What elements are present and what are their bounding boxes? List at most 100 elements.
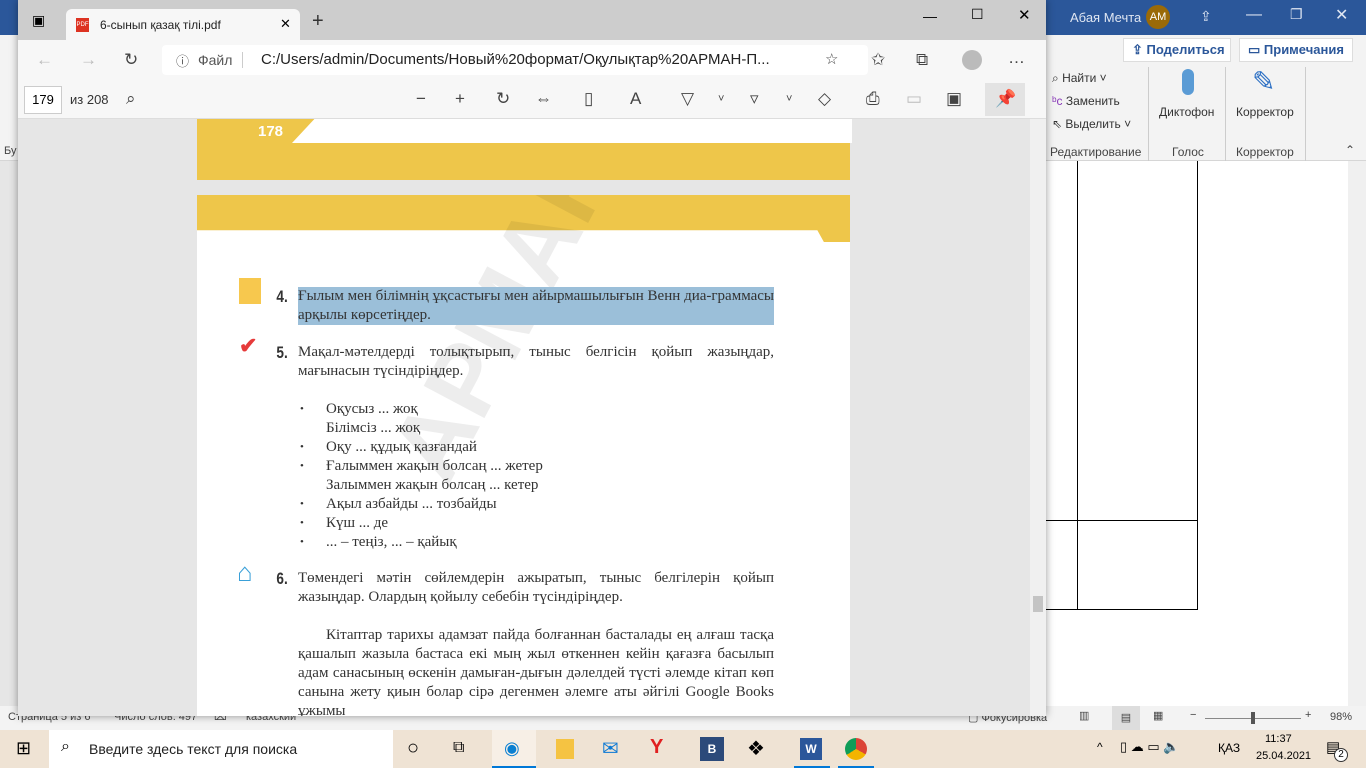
eraser-icon[interactable]: ◇ [818,89,831,109]
highlight-icon[interactable]: ▿ [750,89,759,109]
maximize-icon[interactable]: ☐ [971,6,984,23]
yandex-icon[interactable]: Y [650,736,663,759]
checkmark-icon: ✔ [239,333,258,358]
draw-options-chevron[interactable]: ˅ [718,89,724,109]
tab-actions-icon[interactable]: ▣ [32,12,45,29]
zoom-in-button[interactable]: + [1305,709,1311,721]
add-favorite-icon[interactable]: ☆ [825,50,838,68]
notebook-icon [239,278,261,304]
collections-icon[interactable]: ⧉ [916,50,928,70]
pdf-scrollbar[interactable] [1030,119,1046,716]
url-text[interactable]: C:/Users/admin/Documents/Новый%20формат/… [261,51,770,68]
zoom-level[interactable]: 98% [1330,711,1352,723]
pdf-icon: PDF [76,18,89,32]
new-tab-icon[interactable]: + [312,10,324,33]
minimize-icon[interactable]: — [923,8,937,24]
system-tray-icons[interactable]: ▯ ☁ ▭ 🔈 [1120,739,1179,755]
clock-date[interactable]: 25.04.2021 [1256,750,1311,762]
pdf-page: АРМАН-ПВ баспасы 4. Ғылым мен білімнің ұ… [197,195,850,716]
taskbar-edge[interactable]: ◉ [492,730,536,768]
restore-icon[interactable]: ❐ [1290,6,1303,23]
close-icon[interactable]: ✕ [1335,5,1348,25]
save-icon[interactable]: ▭ [906,89,922,109]
rotate-icon[interactable]: ↻ [496,89,510,109]
refresh-icon[interactable]: ↻ [124,50,138,70]
bullet: • [300,441,304,453]
proverb-text: ... – теңіз, ... – қайық [326,534,457,550]
favorites-icon[interactable]: ✩ [871,50,885,70]
print-icon[interactable]: ⎙ [866,89,880,109]
bullet: • [300,517,304,529]
dictate-button[interactable]: Диктофон [1159,105,1214,119]
cortana-icon[interactable]: ○ [407,737,419,760]
share-label: Поделиться [1146,42,1225,57]
select-button[interactable]: ⇖ Выделить ˅ [1052,117,1131,131]
scrollbar-thumb[interactable] [1033,596,1043,612]
address-bar-row: ← → ↻ ⓘ Файл C:/Users/admin/Documents/Но… [18,40,1046,80]
comments-label: Примечания [1263,42,1344,57]
task6-number: 6. [276,569,288,588]
info-icon[interactable]: ⓘ [176,51,189,70]
bullet: • [300,460,304,472]
task4-text[interactable]: Ғылым мен білімнің ұқсастығы мен айырмаш… [298,287,774,325]
zoom-slider-thumb[interactable] [1251,712,1255,724]
collapse-ribbon-icon[interactable]: ⌃ [1345,143,1355,157]
search-placeholder: Введите здесь текст для поиска [89,741,298,757]
zoom-out-icon[interactable]: − [416,89,426,109]
taskbar-word[interactable]: W [794,730,830,768]
zoom-in-icon[interactable]: + [455,89,465,109]
b-app-icon[interactable]: B [700,737,724,761]
tab-pdf[interactable]: PDF 6-сынып қазақ тілі.pdf ✕ [66,9,300,40]
cursor-icon: ⇖ [1052,117,1066,131]
save-as-icon[interactable]: ▣ [946,89,962,109]
chrome-icon [845,738,867,760]
forward-icon[interactable]: → [80,50,97,70]
share-icon: ⇪ [1132,42,1147,57]
zoom-out-button[interactable]: − [1190,709,1196,721]
proverb-text: Оқу ... құдық қазғандай [326,439,477,455]
page-number-input[interactable]: 179 [24,86,62,114]
replace-button[interactable]: ᵇc Заменить [1052,94,1120,108]
proverb-item: Білімсіз ... жоқ [300,419,543,438]
taskbar-chrome[interactable] [838,730,874,768]
windows-start-icon[interactable]: ⊞ [16,738,31,759]
pin-toolbar-button[interactable]: 📌 [985,83,1025,116]
page-view-icon[interactable]: ▯ [584,89,593,109]
mail-icon[interactable]: ✉ [602,736,619,761]
fit-page-icon[interactable]: ⇔ [535,89,552,109]
file-explorer-icon[interactable] [556,739,574,759]
select-label: Выделить [1065,117,1121,131]
taskbar-search[interactable]: ⌕ Введите здесь текст для поиска [49,730,393,768]
address-bar[interactable]: ⓘ Файл C:/Users/admin/Documents/Новый%20… [162,45,868,75]
avatar[interactable]: АМ [1146,5,1170,29]
task-view-icon[interactable]: ⧉ [453,739,464,757]
web-layout-icon[interactable]: ▦ [1153,709,1163,722]
comments-button[interactable]: ▭ Примечания [1239,38,1353,62]
replace-icon: ᵇc [1052,94,1066,108]
proverb-text: Күш ... де [326,515,389,531]
read-aloud-icon[interactable]: A [630,89,641,109]
proverb-item: • Ақыл азбайды ... тозбайды [300,495,543,514]
share-button[interactable]: ⇪ Поделиться [1123,38,1231,62]
ribbon-display-icon[interactable]: ⇪ [1200,8,1212,25]
word-scrollbar[interactable] [1348,161,1366,706]
print-layout-icon[interactable]: ▤ [1112,706,1140,730]
page-number: 178 [258,123,284,140]
editor-button[interactable]: Корректор [1236,105,1294,119]
read-mode-icon[interactable]: ▥ [1079,709,1089,722]
find-button[interactable]: ⌕ Найти ˅ [1052,71,1107,86]
clock-time[interactable]: 11:37 [1265,733,1292,745]
minimize-icon[interactable]: — [1246,6,1262,24]
highlight-options-chevron[interactable]: ˅ [786,89,792,109]
close-window-icon[interactable]: ✕ [1018,6,1031,24]
profile-avatar[interactable] [962,50,982,70]
dropbox-icon[interactable]: ❖ [747,736,765,761]
show-hidden-icons[interactable]: ^ [1097,740,1103,754]
close-tab-icon[interactable]: ✕ [280,16,291,32]
back-icon[interactable]: ← [36,50,53,70]
draw-icon[interactable]: ▽ [681,89,694,109]
more-options-icon[interactable]: … [1008,48,1025,68]
search-icon[interactable]: ⌕ [126,89,136,109]
input-language[interactable]: ҚАЗ [1218,741,1240,755]
proverb-text: Білімсіз ... жоқ [326,420,421,436]
